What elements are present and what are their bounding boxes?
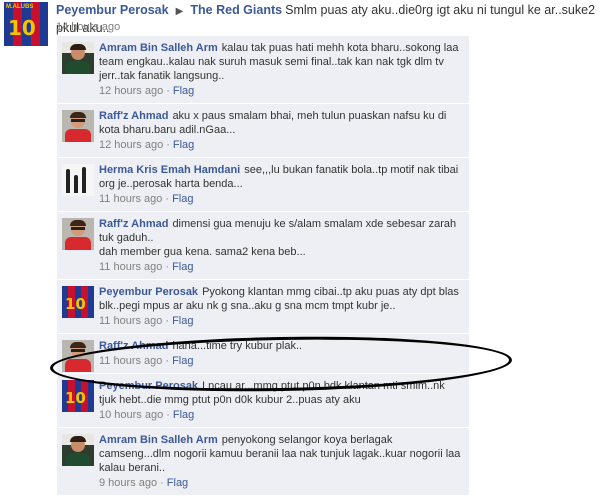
avatar[interactable]: 10 [62,380,94,412]
meta-separator: · [166,139,170,151]
comment-body: Amram Bin Salleh Arm kalau tak puas hati … [99,41,463,98]
meta-separator: · [165,193,170,205]
flag-link[interactable]: Flag [167,477,188,489]
bottle-shape [82,167,86,193]
flag-link[interactable]: Flag [173,139,194,151]
avatar-body [65,359,91,372]
comment-body: Raff'z Ahmad aku x paus smalam bhai, meh … [99,109,463,152]
post-body: Peyembur Perosak ▶ The Red Giants Smlm p… [56,2,596,37]
avatar-glasses [71,227,85,230]
avatar-body [65,237,91,250]
meta-separator: · [160,477,164,489]
comment-timestamp[interactable]: 9 hours ago [99,477,157,489]
comment: Herma Kris Emah Hamdani see,,,lu bukan fa… [57,158,469,212]
flag-link[interactable]: Flag [172,315,193,327]
comment: 10 Peyembur Perosak Pyokong klantan mmg ci… [57,280,469,334]
post-author-link[interactable]: Peyembur Perosak [56,3,169,17]
comment-meta: 11 hours ago · Flag [99,314,463,328]
bottle-shape [66,169,70,193]
bottle-shape [74,175,78,193]
comment: Raff'z Ahmad haha...time try kubur plak..… [57,334,469,374]
comment: 10 Peyembur Perosak Lncau ar...mmg ptut p0… [57,374,469,428]
comment-timestamp[interactable]: 12 hours ago [99,85,163,97]
flag-link[interactable]: Flag [172,355,193,367]
comment-author-link[interactable]: Raff'z Ahmad [99,218,168,230]
avatar[interactable] [62,218,94,250]
meta-separator: · [166,409,170,421]
comment-author-link[interactable]: Raff'z Ahmad [99,340,168,352]
comment-author-link[interactable]: Herma Kris Emah Hamdani [99,164,240,176]
meta-separator: · [165,261,170,273]
comment-author-link[interactable]: Amram Bin Salleh Arm [99,42,218,54]
comment-meta: 11 hours ago · Flag [99,192,463,206]
comment: Amram Bin Salleh Arm kalau tak puas hati … [57,36,469,104]
meta-separator: · [166,85,170,97]
comment-author-link[interactable]: Raff'z Ahmad [99,110,168,122]
comment-timestamp[interactable]: 11 hours ago [99,315,162,327]
comment-body: Peyembur Perosak Lncau ar...mmg ptut p0n … [99,379,463,422]
jersey-number: 10 [65,295,86,313]
comment: Amram Bin Salleh Arm penyokong selangor k… [57,428,469,496]
comment-body: Herma Kris Emah Hamdani see,,,lu bukan fa… [99,163,463,206]
comment-meta: 12 hours ago · Flag [99,84,463,98]
comment-meta: 12 hours ago · Flag [99,138,463,152]
comment-meta: 9 hours ago · Flag [99,476,463,490]
post-target-link[interactable]: The Red Giants [190,3,282,17]
jersey-stripe [40,2,48,46]
avatar-hair [70,44,86,50]
avatar-hair [70,112,86,118]
comment-body: Raff'z Ahmad dimensi gua menuju ke s/alam… [99,217,463,274]
avatar-body [65,129,91,142]
comment-timestamp[interactable]: 11 hours ago [99,193,162,205]
comment-text: haha...time try kubur plak.. [172,340,303,352]
meta-separator: · [165,315,170,327]
comment-body: Peyembur Perosak Pyokong klantan mmg ciba… [99,285,463,328]
flag-link[interactable]: Flag [172,193,193,205]
flag-link[interactable]: Flag [172,261,193,273]
avatar[interactable]: 10 [62,286,94,318]
comment-timestamp[interactable]: 10 hours ago [99,409,163,421]
meta-separator: · [165,355,170,367]
arrow-right-icon: ▶ [175,6,184,17]
avatar[interactable] [62,340,94,372]
comment-timestamp[interactable]: 12 hours ago [99,139,163,151]
avatar-body [66,61,90,74]
flag-link[interactable]: Flag [173,85,194,97]
post-author-avatar[interactable]: M.ALUBS 10 [4,2,48,46]
avatar-hair [70,436,86,442]
avatar[interactable] [62,434,94,466]
avatar-glasses [71,349,85,352]
avatar[interactable] [62,42,94,74]
jersey-stripe [88,380,94,412]
avatar-hair [70,220,86,226]
comment-author-link[interactable]: Amram Bin Salleh Arm [99,434,218,446]
post-timestamp[interactable]: 14 hours ago [56,21,120,33]
avatar-hair [70,342,86,348]
jersey-stripe [88,286,94,318]
avatar-body [66,453,90,466]
avatar[interactable] [62,110,94,142]
jersey-name: M.ALUBS [6,4,34,10]
avatar[interactable] [62,164,94,196]
comment-body: Amram Bin Salleh Arm penyokong selangor k… [99,433,463,490]
avatar-glasses [71,119,85,122]
jersey-number: 10 [8,16,36,40]
comment-meta: 11 hours ago · Flag [99,354,463,368]
jersey-number: 10 [65,389,86,407]
comment-body: Raff'z Ahmad haha...time try kubur plak..… [99,339,463,368]
comment: Raff'z Ahmad aku x paus smalam bhai, meh … [57,104,469,158]
comment-meta: 10 hours ago · Flag [99,408,463,422]
comment: Raff'z Ahmad dimensi gua menuju ke s/alam… [57,212,469,280]
comment-meta: 11 hours ago · Flag [99,260,463,274]
comment-author-link[interactable]: Peyembur Perosak [99,380,198,392]
comment-timestamp[interactable]: 11 hours ago [99,355,162,367]
comment-author-link[interactable]: Peyembur Perosak [99,286,198,298]
comment-list: Amram Bin Salleh Arm kalau tak puas hati … [57,36,469,496]
comment-timestamp[interactable]: 11 hours ago [99,261,162,273]
flag-link[interactable]: Flag [173,409,194,421]
